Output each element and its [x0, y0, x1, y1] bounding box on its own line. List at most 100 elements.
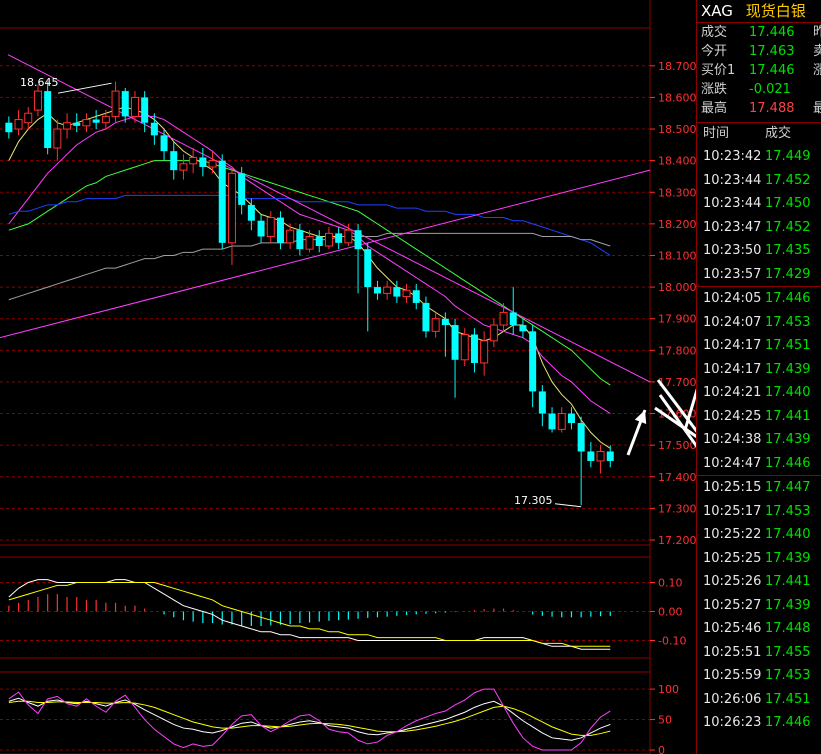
- candle-body: [373, 287, 381, 294]
- candle-body: [460, 334, 469, 361]
- candle-body: [208, 160, 217, 168]
- candle-body: [393, 287, 401, 297]
- tick-time: 10:23:44: [703, 196, 762, 211]
- tick-time: 10:23:44: [703, 172, 762, 188]
- macd-tick-label: -0.10: [658, 635, 686, 648]
- quote-extra-label: 最: [813, 101, 821, 116]
- candle-body: [402, 289, 411, 298]
- tick-row[interactable]: 10:24:25 17.441: [697, 405, 821, 429]
- quote-row: 涨跌 -0.021: [697, 80, 821, 99]
- candle-body: [422, 302, 430, 332]
- low-annotation-label: 17.305: [514, 494, 553, 507]
- quote-rows: 成交 17.446 昨今开 17.463 卖买价1 17.446 涨涨跌 -0.021 最高 17…: [697, 23, 821, 118]
- tick-row[interactable]: 10:24:17 17.451: [697, 334, 821, 358]
- candle-body: [276, 217, 284, 243]
- kdj-tick-label: 0: [658, 744, 665, 754]
- candle-body: [33, 90, 42, 111]
- price-tick-label: 18.600: [658, 91, 696, 104]
- tick-price: 17.453: [765, 668, 811, 683]
- candle-body: [130, 96, 139, 117]
- quote-label: 今开: [701, 44, 728, 59]
- moving-average-line: [8, 106, 611, 449]
- tick-row[interactable]: 10:26:06 17.451: [697, 688, 821, 712]
- tick-row[interactable]: 10:24:21 17.440: [697, 381, 821, 405]
- candle-body: [529, 331, 537, 392]
- tick-row[interactable]: 10:24:47 17.446: [697, 452, 821, 476]
- candle-body: [596, 450, 605, 462]
- tick-row[interactable]: 10:25:51 17.455: [697, 641, 821, 665]
- tick-price: 17.450: [765, 196, 811, 211]
- trend-line-down: [7, 54, 651, 383]
- quote-extra-label: 涨: [813, 63, 821, 78]
- candle-body: [5, 122, 13, 133]
- tick-row[interactable]: 10:23:57 17.429: [697, 263, 821, 287]
- candle-body: [101, 115, 110, 124]
- candle-body: [296, 230, 304, 250]
- candle-body: [606, 451, 614, 461]
- macd-tick-label: 0.10: [658, 577, 683, 590]
- tick-time: 10:25:51: [703, 644, 762, 660]
- tick-time: 10:24:21: [703, 385, 762, 400]
- candle-body: [170, 151, 178, 171]
- quote-row: 今开 17.463 卖: [697, 42, 821, 61]
- tick-time: 10:24:05: [703, 291, 762, 306]
- candle-body: [548, 413, 556, 430]
- quote-row: 成交 17.446 昨: [697, 23, 821, 42]
- price-tick-label: 18.300: [658, 186, 696, 199]
- moving-average-line: [8, 160, 611, 386]
- ticks-header-time: 时间: [703, 126, 730, 141]
- tick-price: 17.439: [765, 550, 811, 566]
- tick-row[interactable]: 10:25:46 17.448: [697, 617, 821, 641]
- quote-extra-label: 昨: [813, 25, 821, 40]
- tick-price: 17.439: [765, 361, 811, 377]
- tick-row[interactable]: 10:25:15 17.447: [697, 476, 821, 500]
- tick-row[interactable]: 10:24:05 17.446: [697, 287, 821, 311]
- tick-time: 10:24:38: [703, 432, 762, 447]
- tick-time: 10:25:15: [703, 480, 762, 495]
- tick-row[interactable]: 10:25:26 17.441: [697, 570, 821, 594]
- price-tick-label: 18.500: [658, 123, 696, 136]
- candle-body: [218, 160, 226, 243]
- tick-row[interactable]: 10:26:23 17.446: [697, 711, 821, 735]
- tick-row[interactable]: 10:23:42 17.449: [697, 145, 821, 169]
- candle-body: [509, 312, 517, 326]
- tick-row[interactable]: 10:25:27 17.439: [697, 594, 821, 618]
- ticks-header: 时间 成交: [697, 123, 821, 145]
- trend-line-up: [0, 169, 651, 339]
- candle-body: [587, 451, 595, 461]
- quote-value: -0.021: [749, 82, 791, 97]
- price-tick-label: 18.700: [658, 60, 696, 73]
- candle-body: [44, 91, 52, 148]
- tick-price: 17.440: [765, 385, 811, 400]
- tick-row[interactable]: 10:23:47 17.452: [697, 216, 821, 240]
- tick-row[interactable]: 10:25:17 17.453: [697, 500, 821, 524]
- tick-row[interactable]: 10:23:50 17.435: [697, 239, 821, 263]
- candle-body: [141, 97, 149, 123]
- candle-body: [470, 334, 478, 363]
- symbol-name: 现货白银: [745, 2, 806, 20]
- tick-list[interactable]: 10:23:42 17.449 10:23:44 17.452 10:23:44 17.4…: [697, 145, 821, 735]
- candle-body: [238, 173, 246, 205]
- tick-price: 17.440: [765, 527, 811, 542]
- candle-body: [199, 157, 207, 167]
- tick-row[interactable]: 10:24:17 17.439: [697, 358, 821, 382]
- tick-row[interactable]: 10:25:25 17.439: [697, 547, 821, 571]
- tick-row[interactable]: 10:23:44 17.452: [697, 169, 821, 193]
- tick-row[interactable]: 10:25:59 17.453: [697, 664, 821, 688]
- tick-price: 17.446: [765, 455, 811, 471]
- tick-row[interactable]: 10:24:07 17.453: [697, 311, 821, 335]
- tick-row[interactable]: 10:24:38 17.439: [697, 428, 821, 452]
- candle-body: [383, 286, 392, 294]
- tick-row[interactable]: 10:25:22 17.440: [697, 523, 821, 547]
- candle-body: [247, 204, 255, 221]
- kdj-j-line: [8, 688, 611, 751]
- candle-body: [480, 340, 489, 364]
- tick-time: 10:24:17: [703, 361, 762, 377]
- candle-body: [227, 172, 236, 244]
- tick-time: 10:23:57: [703, 266, 762, 282]
- tick-time: 10:24:17: [703, 338, 762, 353]
- tick-row[interactable]: 10:23:44 17.450: [697, 192, 821, 216]
- price-tick-label: 17.500: [658, 439, 696, 452]
- tick-time: 10:25:22: [703, 527, 762, 542]
- kdj-tick-label: 50: [658, 714, 672, 727]
